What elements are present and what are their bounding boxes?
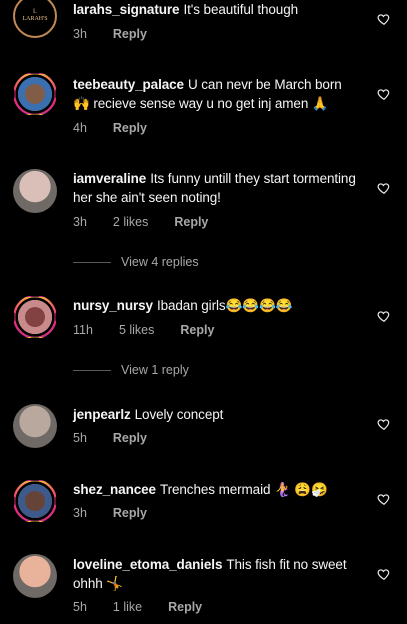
comment-text: iamveraline Its funny untill they start t…	[73, 169, 358, 207]
brand-logo: 𝕃 LARAH'S	[22, 9, 48, 22]
comment-time: 11h	[73, 323, 93, 337]
comment-text: larahs_signature It's beautiful though	[73, 0, 358, 19]
heart-outline-icon[interactable]	[377, 87, 391, 101]
comment-text: loveline_etoma_daniels This fish fit no s…	[73, 555, 358, 593]
comment-time: 5h	[73, 431, 87, 445]
comment-meta: 5h 1 like Reply	[73, 600, 228, 614]
comment-username[interactable]: teebeauty_palace	[73, 77, 184, 92]
avatar[interactable]	[13, 295, 57, 339]
comment-time: 3h	[73, 27, 87, 41]
avatar[interactable]: 𝕃 LARAH'S	[13, 0, 57, 38]
avatar[interactable]	[13, 404, 57, 448]
comment-time: 4h	[73, 121, 87, 135]
comment-username[interactable]: shez_nancee	[73, 482, 156, 497]
heart-outline-icon[interactable]	[377, 309, 391, 323]
comment-meta: 4h Reply	[73, 121, 173, 135]
avatar[interactable]	[13, 554, 57, 598]
comment-username[interactable]: larahs_signature	[73, 2, 180, 17]
comment-text: nursy_nursy Ibadan girls😂😂😂😂	[73, 296, 358, 315]
heart-outline-icon[interactable]	[377, 492, 391, 506]
reply-button[interactable]: Reply	[113, 121, 147, 135]
comment-username[interactable]: jenpearlz	[73, 407, 131, 422]
reply-button[interactable]: Reply	[113, 431, 147, 445]
comment-body: It's beautiful though	[183, 2, 299, 17]
comment-text: jenpearlz Lovely concept	[73, 405, 358, 424]
comment-time: 5h	[73, 600, 87, 614]
comment-meta: 5h Reply	[73, 431, 173, 445]
avatar[interactable]	[13, 479, 57, 523]
divider	[73, 261, 111, 263]
avatar[interactable]	[13, 72, 57, 116]
comment-meta: 11h 5 likes Reply	[73, 323, 240, 337]
reply-button[interactable]: Reply	[174, 215, 208, 229]
comment-text: teebeauty_palace U can nevr be March born…	[73, 75, 358, 113]
heart-outline-icon[interactable]	[377, 181, 391, 195]
like-count[interactable]: 5 likes	[119, 323, 154, 337]
heart-outline-icon[interactable]	[377, 417, 391, 431]
comment-username[interactable]: nursy_nursy	[73, 298, 153, 313]
avatar[interactable]	[13, 169, 57, 213]
comment-body: Lovely concept	[134, 407, 224, 422]
view-replies-button[interactable]: View 1 reply	[73, 363, 189, 377]
like-count[interactable]: 2 likes	[113, 215, 148, 229]
comment-time: 3h	[73, 506, 87, 520]
comment-body: Ibadan girls😂😂😂😂	[156, 298, 293, 313]
view-replies-label[interactable]: View 1 reply	[121, 363, 189, 377]
divider	[73, 369, 111, 371]
comment-text: shez_nancee Trenches mermaid 🧜‍♀️ 😩🤧	[73, 480, 358, 499]
comment-username[interactable]: iamveraline	[73, 171, 146, 186]
comment-meta: 3h Reply	[73, 27, 173, 41]
reply-button[interactable]: Reply	[113, 27, 147, 41]
view-replies-label[interactable]: View 4 replies	[121, 255, 199, 269]
heart-outline-icon[interactable]	[377, 12, 391, 26]
comment-meta: 3h 2 likes Reply	[73, 215, 234, 229]
reply-button[interactable]: Reply	[180, 323, 214, 337]
view-replies-button[interactable]: View 4 replies	[73, 255, 199, 269]
like-count[interactable]: 1 like	[113, 600, 142, 614]
comment-time: 3h	[73, 215, 87, 229]
heart-outline-icon[interactable]	[377, 567, 391, 581]
comment-meta: 3h Reply	[73, 506, 173, 520]
reply-button[interactable]: Reply	[168, 600, 202, 614]
reply-button[interactable]: Reply	[113, 506, 147, 520]
comment-body: Trenches mermaid 🧜‍♀️ 😩🤧	[159, 482, 328, 497]
comment-username[interactable]: loveline_etoma_daniels	[73, 557, 222, 572]
